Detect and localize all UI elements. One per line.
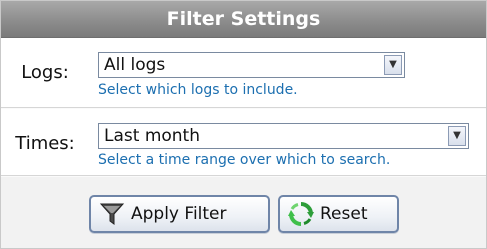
times-label: Times: xyxy=(15,133,75,154)
filter-settings-panel: Filter Settings Logs: All logs ▼ Select … xyxy=(0,0,487,249)
chevron-down-icon[interactable]: ▼ xyxy=(384,55,402,75)
chevron-down-icon[interactable]: ▼ xyxy=(448,126,466,146)
reset-label: Reset xyxy=(320,204,368,224)
logs-select[interactable]: All logs ▼ xyxy=(98,52,405,78)
logs-hint: Select which logs to include. xyxy=(98,82,298,98)
apply-filter-button[interactable]: Apply Filter xyxy=(89,195,270,233)
button-bar: Apply Filter Reset xyxy=(1,177,486,248)
panel-title: Filter Settings xyxy=(1,1,486,38)
times-select-value: Last month xyxy=(104,126,200,146)
times-row: Times: Last month ▼ Select a time range … xyxy=(1,109,486,176)
times-select[interactable]: Last month ▼ xyxy=(98,123,469,149)
reset-button[interactable]: Reset xyxy=(278,195,399,233)
refresh-icon xyxy=(288,201,314,227)
logs-row: Logs: All logs ▼ Select which logs to in… xyxy=(1,38,486,108)
funnel-icon xyxy=(99,201,125,227)
logs-label: Logs: xyxy=(21,62,69,83)
logs-select-value: All logs xyxy=(104,55,166,75)
times-hint: Select a time range over which to search… xyxy=(98,152,391,168)
apply-filter-label: Apply Filter xyxy=(131,204,227,224)
